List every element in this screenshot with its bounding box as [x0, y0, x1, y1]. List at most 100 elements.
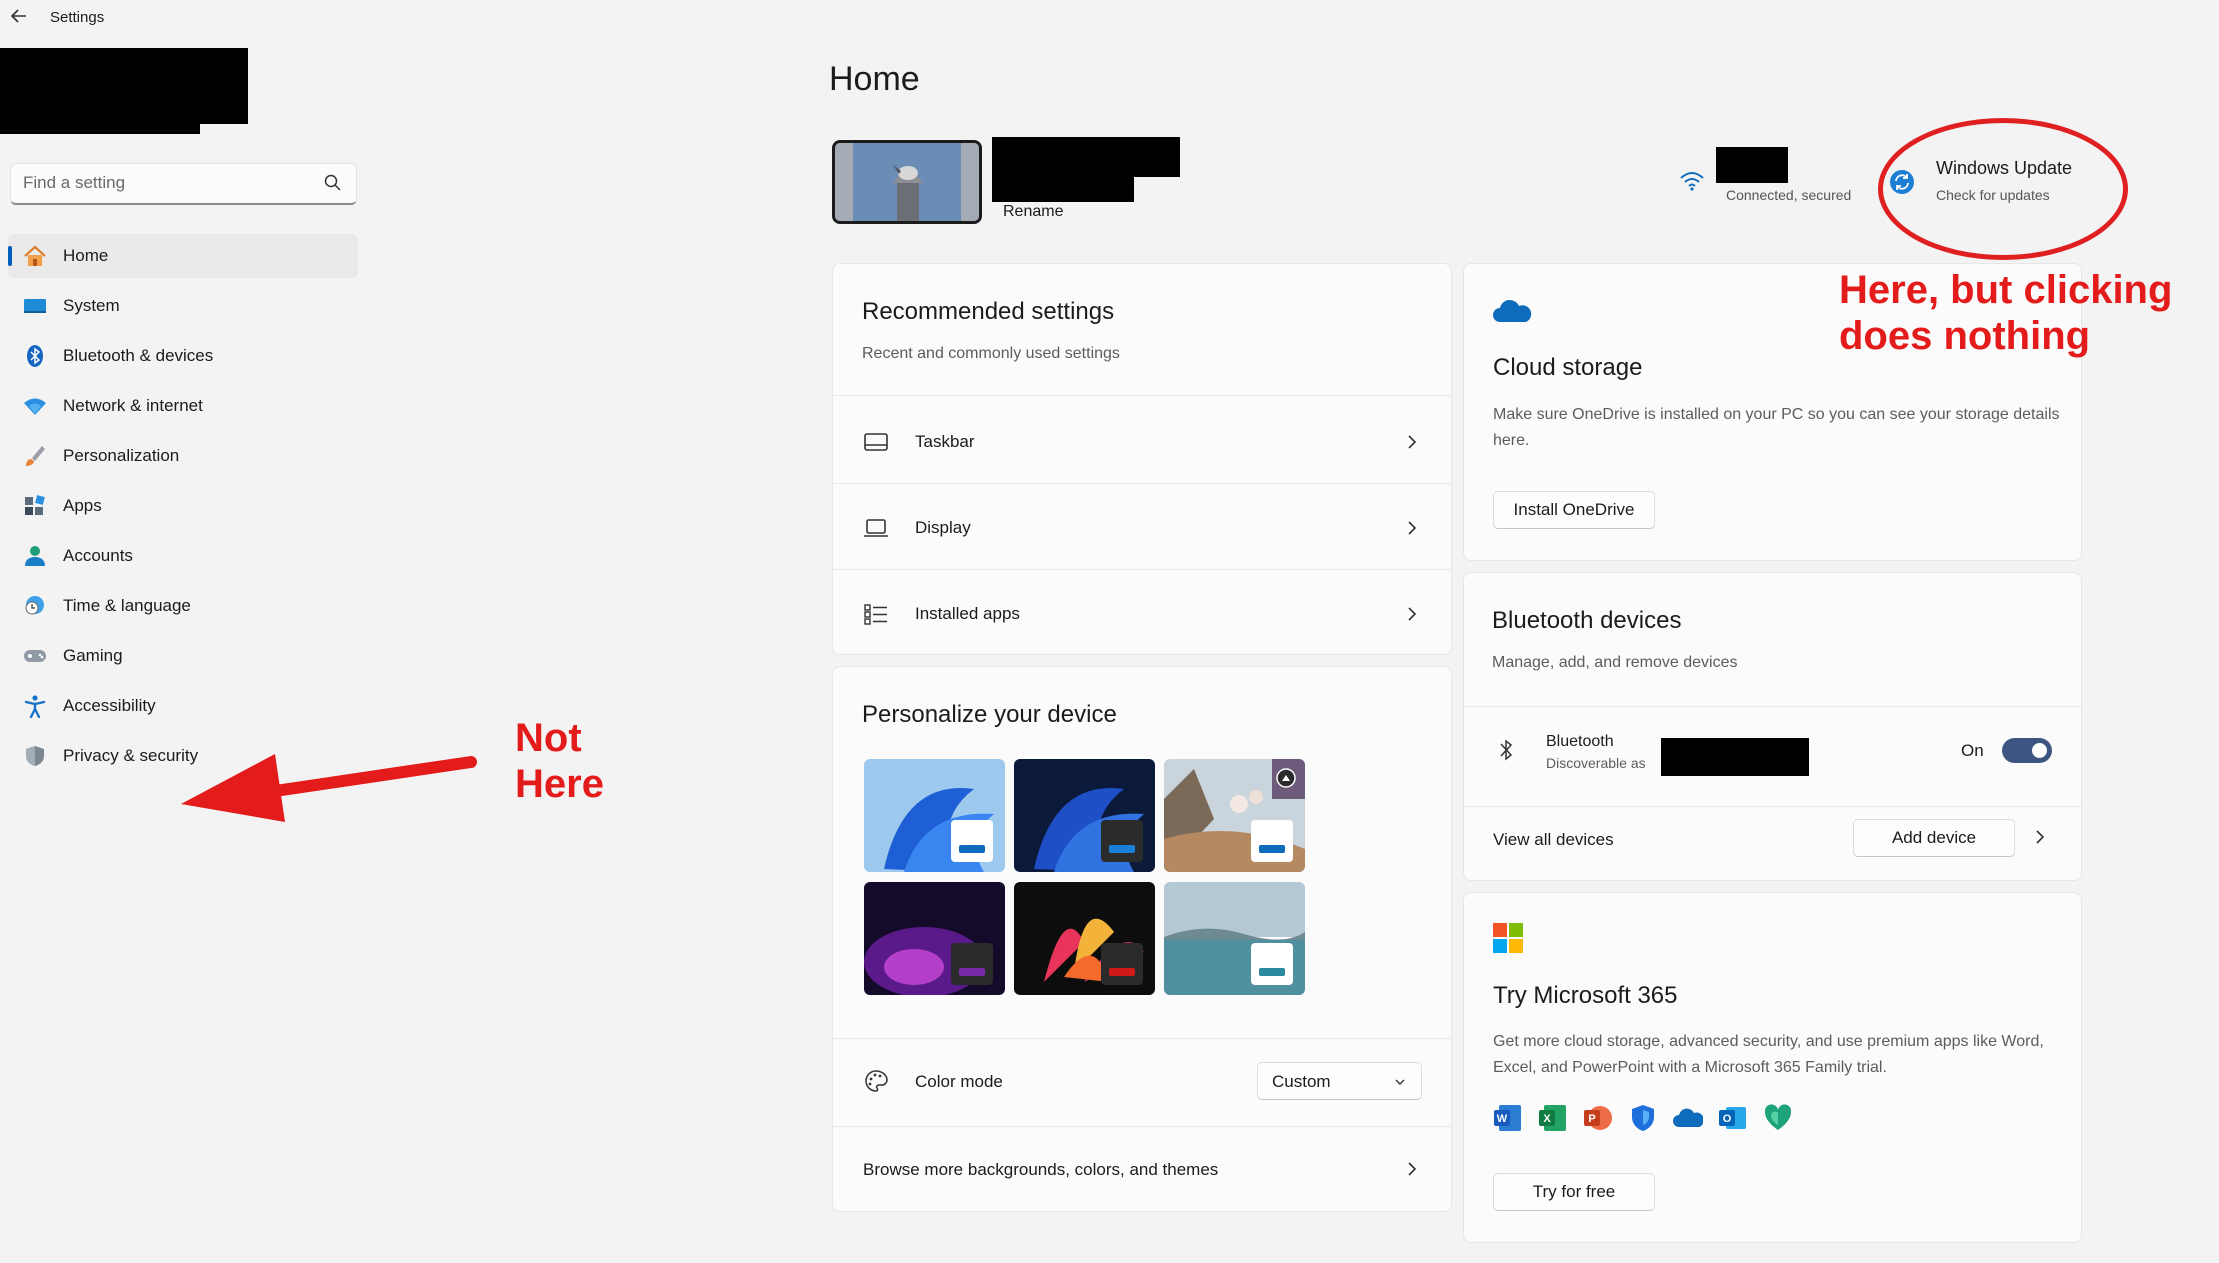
sidebar-item-label: Network & internet — [63, 396, 203, 415]
network-status-text: Connected, secured — [1726, 187, 1852, 203]
theme-thumbnail-windows-dark[interactable] — [1014, 759, 1155, 872]
spotlight-icon — [1276, 768, 1296, 788]
add-device-button[interactable]: Add device — [1853, 819, 2015, 857]
search-box[interactable] — [10, 163, 357, 205]
sidebar-item-label: Personalization — [63, 446, 180, 465]
device-model-redacted — [992, 174, 1134, 202]
system-icon — [24, 299, 46, 313]
card-title: Recommended settings — [862, 298, 1115, 325]
theme-preview-window — [951, 820, 993, 862]
theme-thumbnail-spotlight[interactable] — [1164, 759, 1305, 872]
svg-text:O: O — [1723, 1113, 1732, 1125]
divider — [1464, 706, 2081, 707]
divider — [1464, 806, 2081, 807]
card-subtitle: Manage, add, and remove devices — [1492, 654, 1738, 671]
card-title: Personalize your device — [862, 701, 1117, 728]
sidebar-item-personalization[interactable]: Personalization — [8, 434, 358, 478]
search-icon[interactable] — [322, 172, 344, 194]
apps-icon — [25, 495, 45, 515]
bluetooth-icon — [1500, 739, 1513, 761]
active-indicator — [8, 246, 12, 266]
palette-icon — [865, 1070, 888, 1092]
divider — [833, 569, 1451, 570]
chevron-right-icon[interactable] — [2032, 829, 2048, 845]
divider — [833, 483, 1451, 484]
toggle-knob — [2032, 743, 2047, 758]
divider — [833, 395, 1451, 396]
theme-accent-bar — [1259, 845, 1285, 853]
sidebar-item-network[interactable]: Network & internet — [8, 384, 358, 428]
card-title: Bluetooth devices — [1492, 607, 1682, 634]
row-label: Installed apps — [915, 604, 1020, 623]
back-button[interactable] — [8, 6, 30, 28]
sidebar-item-label: Time & language — [63, 596, 191, 615]
list-icon — [864, 604, 887, 625]
theme-accent-bar — [1109, 968, 1135, 976]
word-icon: W — [1494, 1105, 1521, 1131]
annotation-circle — [1878, 118, 2128, 260]
theme-accent-bar — [1259, 968, 1285, 976]
taskbar-icon — [864, 433, 888, 451]
sidebar-item-accessibility[interactable]: Accessibility — [8, 684, 358, 728]
sidebar-item-label: Gaming — [63, 646, 123, 665]
row-label: Display — [915, 518, 971, 537]
theme-preview-window — [1101, 820, 1143, 862]
chevron-right-icon — [1408, 1162, 1417, 1176]
theme-thumbnail-captured-motion[interactable] — [1014, 882, 1155, 995]
bluetooth-toggle[interactable] — [2002, 738, 2052, 763]
sidebar-item-accounts[interactable]: Accounts — [8, 534, 358, 578]
profile-redacted — [0, 48, 248, 124]
controller-icon — [24, 650, 46, 662]
theme-accent-bar — [959, 968, 985, 976]
search-input[interactable] — [11, 164, 311, 202]
sidebar-item-gaming[interactable]: Gaming — [8, 634, 358, 678]
try-for-free-button[interactable]: Try for free — [1493, 1173, 1655, 1211]
onedrive-icon — [1673, 1108, 1703, 1127]
device-wallpaper-thumbnail[interactable] — [832, 140, 982, 224]
color-mode-dropdown[interactable]: Custom — [1257, 1062, 1422, 1100]
sidebar-item-label: Accounts — [63, 546, 133, 565]
card-title: Try Microsoft 365 — [1493, 982, 1678, 1009]
annotation-arrow — [181, 754, 477, 822]
globe-clock-icon — [25, 596, 44, 615]
annotation-not-here-line2: Here — [515, 762, 604, 806]
microsoft-logo-icon — [1493, 923, 1523, 953]
theme-preview-window — [1101, 943, 1143, 985]
view-all-devices-link[interactable]: View all devices — [1493, 830, 1614, 850]
outlook-icon: O — [1719, 1107, 1746, 1129]
sidebar-item-apps[interactable]: Apps — [8, 484, 358, 528]
row-label: Taskbar — [915, 432, 975, 451]
wifi-icon — [24, 398, 46, 415]
sidebar-item-system[interactable]: System — [8, 284, 358, 328]
profile-redacted-tail — [0, 118, 200, 134]
app-title: Settings — [50, 9, 105, 26]
annotation-here-line1: Here, but clicking — [1839, 268, 2173, 312]
sidebar-item-label: Home — [63, 246, 109, 265]
back-arrow-icon — [10, 9, 26, 23]
row-label: Browse more backgrounds, colors, and the… — [863, 1160, 1219, 1179]
sidebar-item-bluetooth[interactable]: Bluetooth & devices — [8, 334, 358, 378]
page-title: Home — [829, 60, 920, 98]
excel-icon: X — [1539, 1105, 1566, 1131]
theme-thumbnail-flow[interactable] — [1164, 882, 1305, 995]
network-name-redacted — [1716, 147, 1788, 183]
install-onedrive-button[interactable]: Install OneDrive — [1493, 491, 1655, 529]
theme-thumbnail-glow[interactable] — [864, 882, 1005, 995]
sidebar-item-label: Bluetooth & devices — [63, 346, 214, 365]
row-label: Color mode — [915, 1072, 1003, 1091]
rename-link[interactable]: Rename — [1003, 203, 1063, 221]
annotation-not-here-line1: Not — [515, 716, 582, 760]
sidebar-item-home[interactable]: Home — [8, 234, 358, 278]
theme-preview-window — [1251, 820, 1293, 862]
bluetooth-icon — [27, 345, 43, 367]
sidebar-item-time-language[interactable]: Time & language — [8, 584, 358, 628]
theme-thumbnail-windows-light[interactable] — [864, 759, 1005, 872]
device-name-redacted — [1661, 738, 1809, 776]
brush-icon — [26, 446, 45, 466]
annotation-here-line2: does nothing — [1839, 314, 2091, 358]
svg-text:P: P — [1588, 1113, 1595, 1125]
accessibility-icon — [24, 695, 46, 718]
powerpoint-icon: P — [1584, 1106, 1612, 1130]
card-description: Get more cloud storage, advanced securit… — [1493, 1033, 2044, 1076]
bluetooth-state-text: On — [1961, 741, 1984, 760]
